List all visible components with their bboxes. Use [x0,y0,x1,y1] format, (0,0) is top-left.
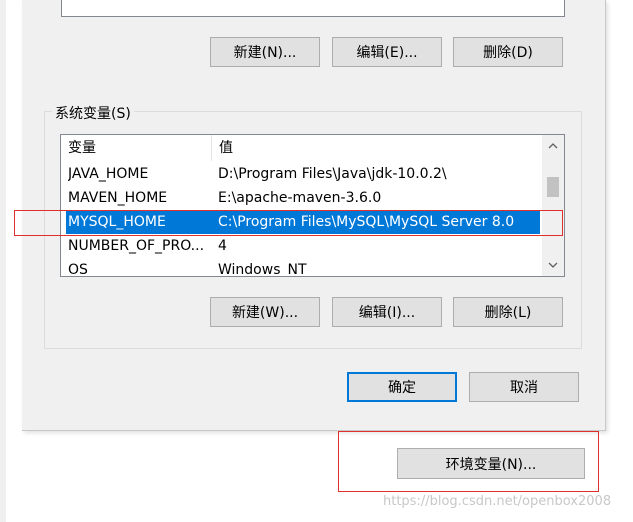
highlight-box-env-button [338,431,599,492]
table-row[interactable]: NUMBER_OF_PRO... 4 [61,234,542,258]
variable-name: MAVEN_HOME [68,190,168,206]
ok-button[interactable]: 确定 [347,372,457,402]
variable-value: E:\apache-maven-3.6.0 [218,190,382,206]
cancel-button[interactable]: 取消 [469,372,579,402]
column-header-name[interactable]: 变量 [61,135,212,161]
system-edit-button[interactable]: 编辑(I)... [332,297,442,327]
column-header-value[interactable]: 值 [212,135,542,161]
variable-name: NUMBER_OF_PRO... [68,238,205,254]
variable-name: JAVA_HOME [68,166,149,182]
table-row[interactable]: JAVA_HOME D:\Program Files\Java\jdk-10.0… [61,162,542,186]
watermark: https://blog.csdn.net/openbox2008 [383,494,612,509]
user-edit-button[interactable]: 编辑(E)... [332,37,442,67]
user-delete-button[interactable]: 删除(D) [453,37,563,67]
system-variables-label: 系统变量(S) [52,103,134,123]
user-new-button[interactable]: 新建(N)... [210,37,320,67]
table-row[interactable]: MAVEN_HOME E:\apache-maven-3.6.0 [61,186,542,210]
window-edge [0,0,6,522]
system-new-button[interactable]: 新建(W)... [210,297,320,327]
variable-name: OS [68,262,88,277]
chevron-up-icon[interactable] [542,135,564,157]
system-delete-button[interactable]: 删除(L) [453,297,563,327]
variable-value: Windows_NT [218,262,307,277]
variable-value: 4 [218,238,227,254]
system-variables-list[interactable]: 变量 值 JAVA_HOME D:\Program Files\Java\jdk… [60,134,565,277]
variable-value: D:\Program Files\Java\jdk-10.0.2\ [218,166,447,182]
list-header: 变量 值 [61,135,542,161]
chevron-down-icon[interactable] [542,254,564,276]
vertical-scrollbar[interactable] [542,135,564,276]
scrollbar-thumb[interactable] [547,177,559,197]
table-row[interactable]: OS Windows_NT [61,258,542,277]
highlight-box-row [14,210,563,236]
user-variables-list[interactable] [61,0,565,17]
